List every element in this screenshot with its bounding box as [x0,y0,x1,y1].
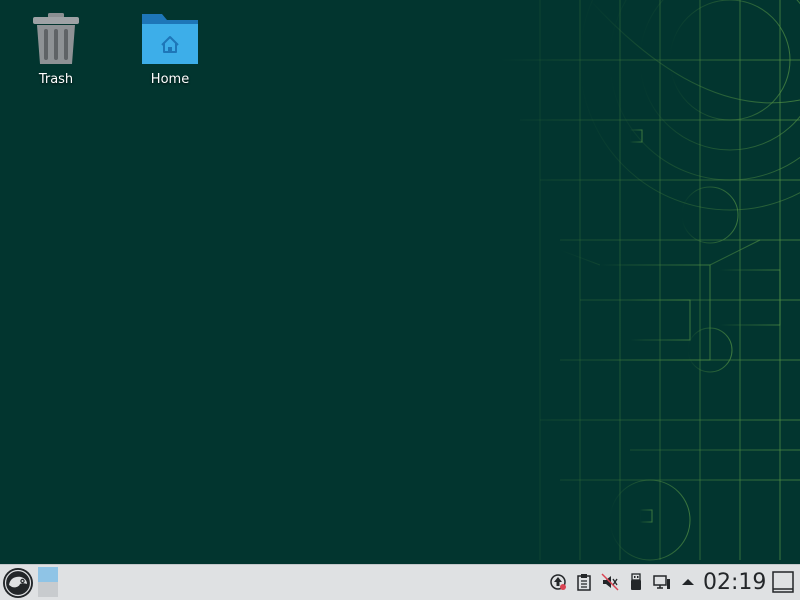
pager-desktop-1[interactable] [38,567,58,582]
clipboard-icon[interactable] [575,573,593,591]
desktop[interactable]: Trash Home [0,0,800,564]
trash-icon [33,13,79,64]
desktop-icon-home[interactable]: Home [122,12,218,87]
digital-clock[interactable]: 02:19 [703,568,767,598]
virtual-desktop-pager[interactable] [38,567,58,597]
expand-tray-arrow-icon[interactable] [679,573,697,591]
volume-muted-icon[interactable] [601,573,619,591]
home-folder-icon [142,14,198,64]
wallpaper-blueprint [499,0,800,561]
pager-desktop-2[interactable] [38,582,58,597]
usb-device-icon[interactable] [627,573,645,591]
desktop-icon-trash[interactable]: Trash [8,12,104,87]
opensuse-gecko-icon[interactable] [2,567,34,599]
updates-icon[interactable] [549,573,567,591]
taskbar-panel: 02:19 [0,564,800,600]
show-desktop-icon[interactable] [771,570,795,594]
desktop-icon-label: Trash [38,72,74,87]
network-icon[interactable] [653,573,671,591]
desktop-icon-label: Home [150,72,190,87]
